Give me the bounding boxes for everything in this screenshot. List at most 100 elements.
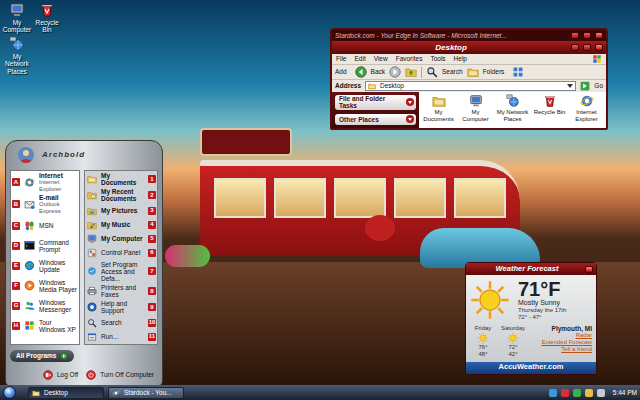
tray-icon[interactable] — [561, 389, 569, 397]
shortcut-key: D — [12, 242, 20, 250]
desktop-icon[interactable]: My Network Places — [2, 36, 32, 74]
start-menu-item[interactable]: H Tour Windows XP — [11, 316, 79, 336]
minimize-button[interactable] — [571, 32, 579, 39]
tray-icon[interactable] — [549, 389, 557, 397]
maximize-button[interactable] — [583, 32, 591, 39]
shortcut-key: 9 — [148, 303, 156, 311]
desktop-icon-label: My Computer — [2, 19, 32, 33]
expand-chevron-icon[interactable] — [406, 98, 414, 106]
search-button[interactable]: Search — [426, 66, 463, 78]
start-menu-item[interactable]: FWindows Media Player — [11, 276, 79, 296]
taskbar-button[interactable]: Desktop — [28, 387, 104, 399]
turn-off-button[interactable]: Turn Off Computer — [86, 370, 154, 380]
file-item[interactable]: My Computer — [459, 94, 492, 126]
start-menu-place[interactable]: My Pictures3 — [85, 204, 157, 218]
folder-icon — [87, 174, 97, 184]
brand-bar[interactable]: AccuWeather.com — [466, 362, 596, 374]
place-label: Run... — [101, 333, 144, 340]
start-menu-item[interactable]: EWindows Update — [11, 256, 79, 276]
start-menu-place[interactable]: Control Panel6 — [85, 246, 157, 260]
address-bar: AddressDesktopGo — [332, 80, 606, 92]
go-label: Go — [594, 82, 603, 89]
file-item[interactable]: Recycle Bin — [533, 94, 566, 126]
start-menu-place[interactable]: My Documents1 — [85, 171, 157, 187]
computer-icon — [87, 234, 97, 244]
desktop[interactable]: My ComputerRecycle BinMy Network PlacesS… — [0, 0, 640, 385]
menu-item[interactable]: Edit — [354, 55, 365, 62]
forward-button[interactable] — [389, 66, 401, 78]
explorer-window[interactable]: Stardock.com - Your Edge In Software - M… — [330, 28, 608, 130]
start-menu-item[interactable]: CMSN — [11, 216, 79, 236]
start-menu-place[interactable]: Help and Support9 — [85, 299, 157, 315]
shortcut-key: H — [12, 322, 20, 330]
footer-label: Turn Off Computer — [100, 371, 154, 378]
tour-icon — [24, 320, 35, 331]
taskbar: DesktopStardock - You...5:44 PM — [0, 385, 640, 400]
folders-button[interactable]: Folders — [467, 66, 505, 78]
start-menu-place[interactable]: Printers and Faxes8 — [85, 283, 157, 299]
forward-arrow-icon — [389, 66, 401, 78]
item-text: MSN — [39, 222, 53, 229]
windows-flag-icon — [592, 54, 602, 64]
start-menu-item[interactable]: GWindows Messenger — [11, 296, 79, 316]
shortcut-key: 2 — [148, 191, 156, 199]
wallpaper-window — [214, 178, 266, 218]
start-menu-place[interactable]: My Recent Documents2 — [85, 187, 157, 203]
log-off-button[interactable]: Log Off — [43, 370, 78, 380]
menu-item[interactable]: View — [374, 55, 388, 62]
start-button[interactable] — [3, 386, 16, 399]
close-button[interactable] — [595, 32, 603, 39]
views-grid-icon — [512, 66, 524, 78]
start-menu-place[interactable]: Set Program Access and Defa...7 — [85, 260, 157, 283]
start-menu-place[interactable]: My Computer5 — [85, 232, 157, 246]
views-button[interactable] — [512, 66, 524, 78]
minimize-button[interactable] — [571, 44, 579, 51]
start-menu: ArchboldAInternetInternet ExplorerBE-mai… — [5, 140, 163, 385]
start-menu-place[interactable]: Run...11 — [85, 330, 157, 344]
item-title: Windows Update — [39, 259, 77, 273]
mail-icon — [24, 199, 35, 210]
address-dropdown[interactable] — [567, 84, 573, 88]
shortcut-key: 3 — [148, 207, 156, 215]
go-button[interactable]: Go — [580, 81, 603, 91]
close-button[interactable] — [595, 44, 603, 51]
taskbar-button[interactable]: Stardock - You... — [108, 387, 184, 399]
task-panel-header[interactable]: File and Folder Tasks — [335, 95, 416, 110]
start-menu-place[interactable]: Search10 — [85, 316, 157, 330]
desktop-icon[interactable]: My Computer — [2, 2, 32, 33]
start-menu-item[interactable]: BE-mailOutlook Express — [11, 193, 79, 215]
start-menu-item[interactable]: AInternetInternet Explorer — [11, 171, 79, 193]
control-icon — [87, 248, 97, 258]
file-item[interactable]: My Network Places — [496, 94, 529, 126]
address-field[interactable]: Desktop — [365, 81, 576, 91]
expand-chevron-icon[interactable] — [406, 115, 414, 123]
sun-icon — [507, 332, 519, 344]
desktop-icon[interactable]: Recycle Bin — [32, 2, 62, 33]
tray-icon[interactable] — [597, 389, 605, 397]
item-title: Tour Windows XP — [39, 319, 77, 333]
cmd-icon — [24, 240, 35, 251]
tray-icon[interactable] — [573, 389, 581, 397]
weather-link[interactable]: Extended Forecast — [542, 339, 592, 346]
user-avatar-icon — [18, 147, 34, 163]
weather-widget[interactable]: Weather Forecast71°FMostly SunnyThursday… — [465, 262, 597, 375]
maximize-button[interactable] — [583, 44, 591, 51]
file-item[interactable]: My Documents — [422, 94, 455, 126]
task-panel-header[interactable]: Other Places — [335, 114, 416, 125]
all-programs-button[interactable]: All Programs — [10, 350, 74, 362]
menu-item[interactable]: Favorites — [396, 55, 423, 62]
tray-icon[interactable] — [585, 389, 593, 397]
start-menu-item[interactable]: DCommand Prompt — [11, 236, 79, 256]
menu-item[interactable]: Help — [454, 55, 467, 62]
back-button[interactable]: Back — [355, 66, 385, 78]
close-button[interactable] — [585, 266, 593, 273]
weather-link[interactable]: Radar — [576, 332, 592, 339]
up-button[interactable] — [405, 66, 417, 78]
file-item[interactable]: Internet Explorer — [570, 94, 603, 126]
weather-link[interactable]: Tell a friend — [561, 346, 592, 353]
messenger-icon — [24, 300, 35, 311]
menu-item[interactable]: File — [336, 55, 346, 62]
start-menu-place[interactable]: My Music4 — [85, 218, 157, 232]
menu-item[interactable]: Tools — [430, 55, 445, 62]
shortcut-key: F — [12, 282, 20, 290]
